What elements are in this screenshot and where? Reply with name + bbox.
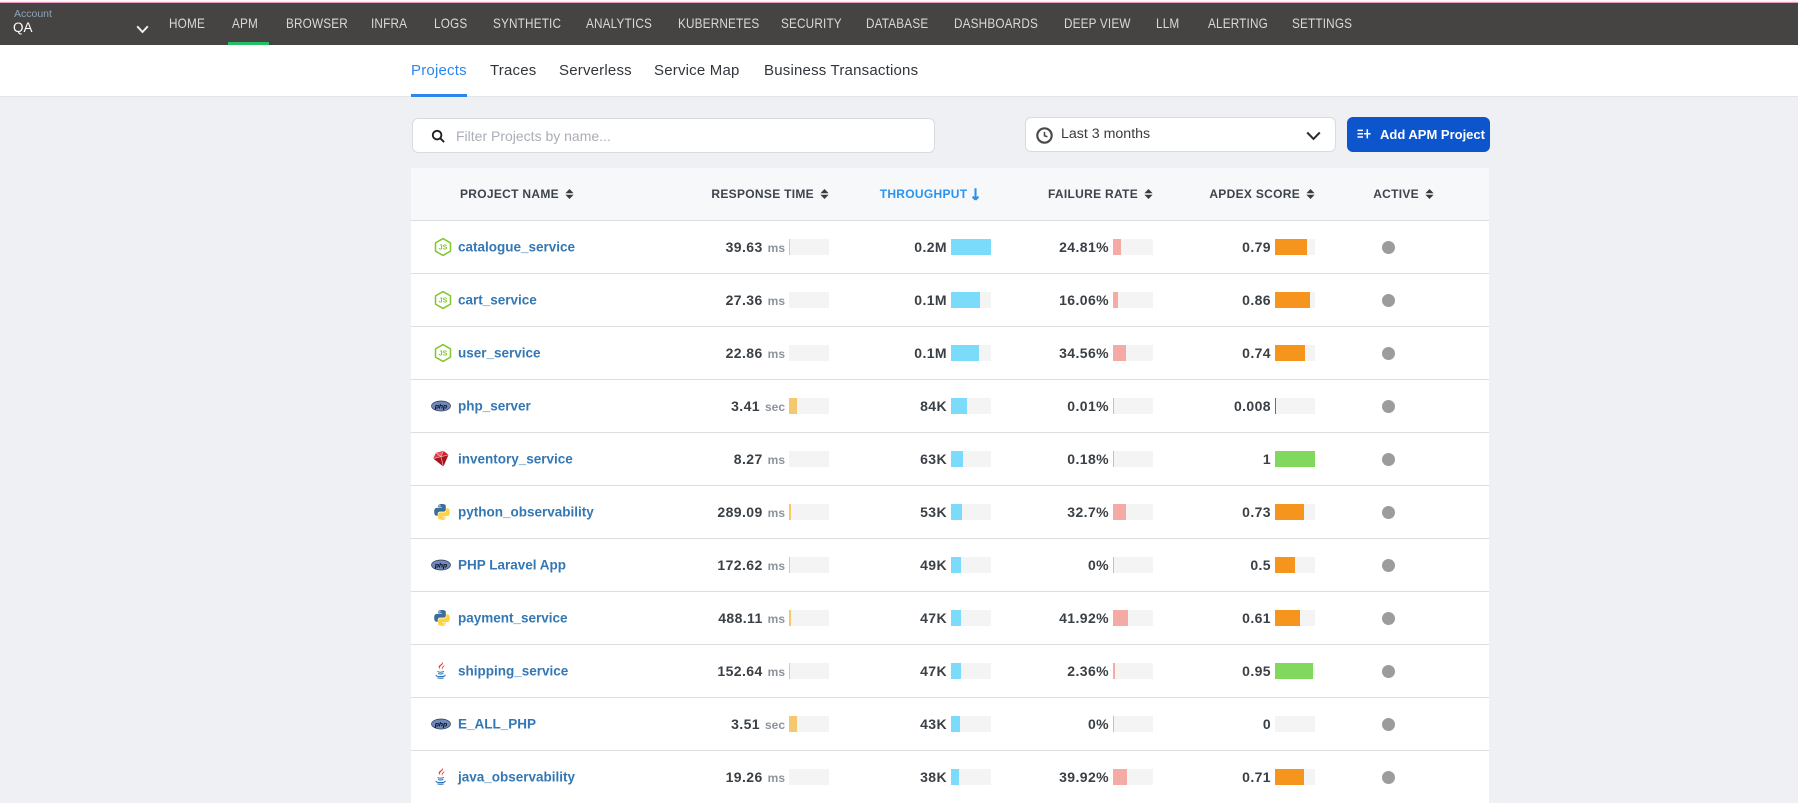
svg-text:php: php [434, 562, 447, 569]
svg-text:JS: JS [439, 350, 448, 358]
svg-text:php: php [434, 403, 447, 410]
svg-text:php: php [434, 721, 447, 728]
svg-text:JS: JS [439, 244, 448, 252]
svg-text:JS: JS [439, 297, 448, 305]
